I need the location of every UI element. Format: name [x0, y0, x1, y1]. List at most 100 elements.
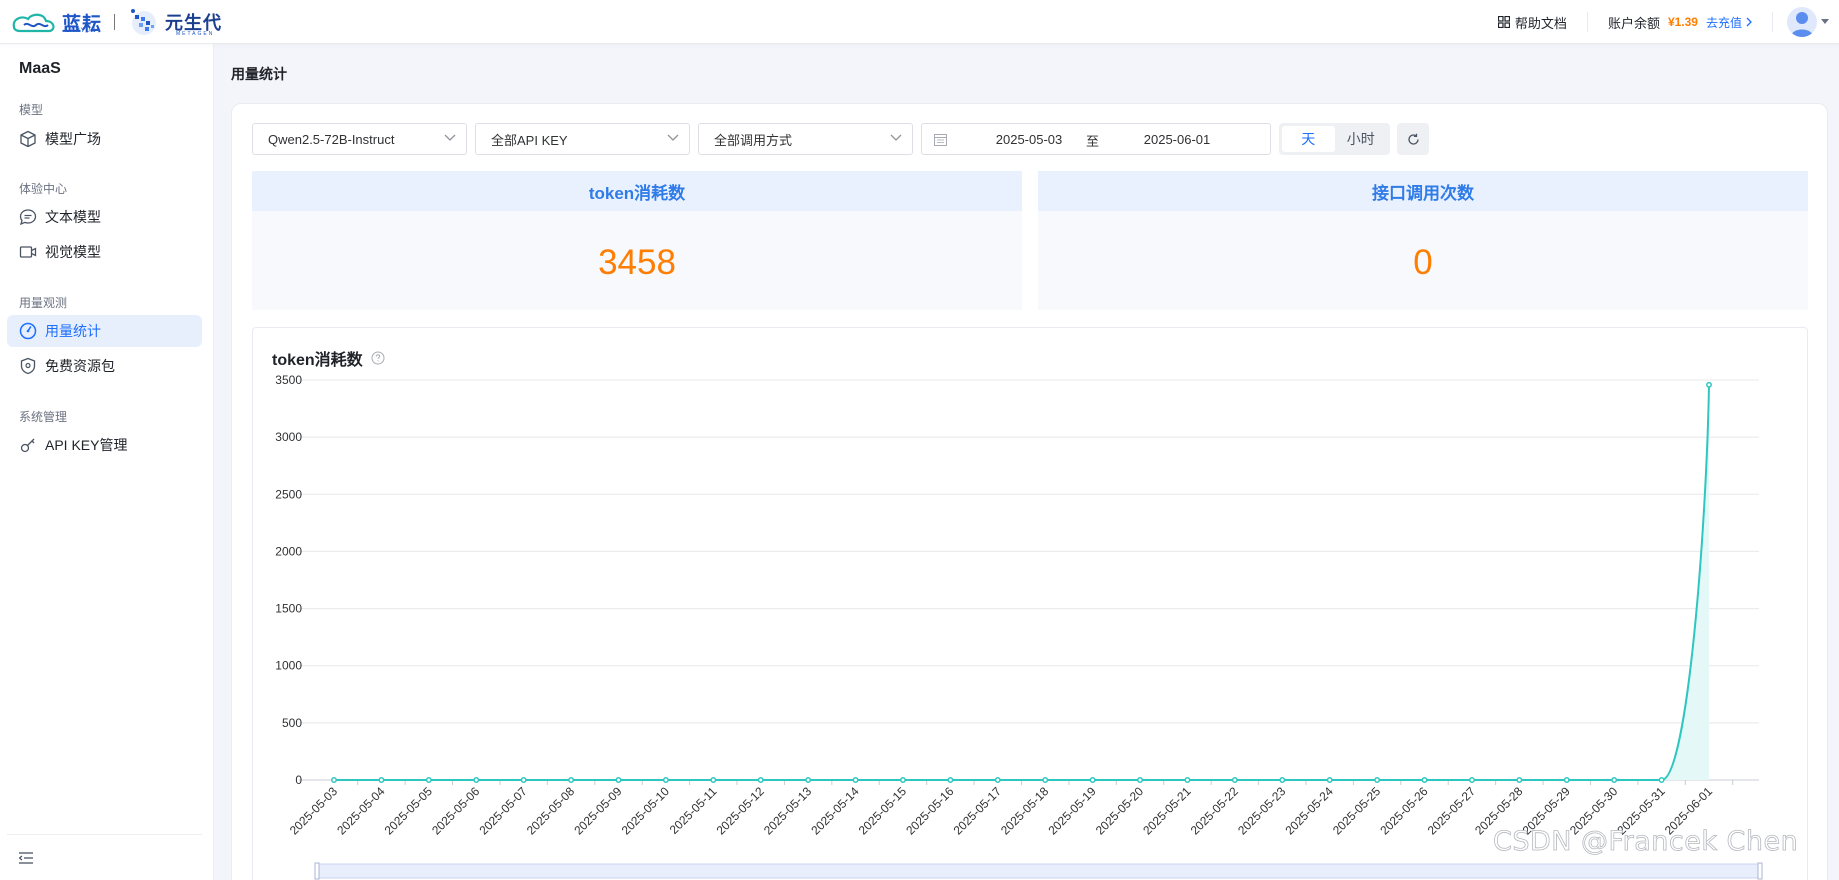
balance-amount: ¥1.39 — [1667, 15, 1698, 29]
sidebar-group-model: 模型 — [19, 103, 44, 117]
token-consumption-value: 3458 — [598, 243, 676, 282]
call-mode-select[interactable]: 全部调用方式 — [698, 123, 913, 155]
model-select-value: Qwen2.5-72B-Instruct — [268, 131, 395, 147]
data-point — [425, 777, 432, 783]
zoom-slider-track — [316, 863, 1763, 879]
x-tick-label: 2025-05-15 — [856, 784, 910, 838]
api-key-select[interactable]: 全部API KEY — [475, 123, 690, 155]
sidebar-brand: MaaS — [19, 60, 61, 77]
x-tick-label: 2025-05-19 — [1045, 784, 1099, 838]
x-tick-label: 2025-05-14 — [808, 784, 862, 838]
chat-icon — [19, 209, 37, 226]
x-tick-label: 2025-05-20 — [1093, 784, 1147, 838]
collapse-menu-icon[interactable] — [19, 851, 33, 864]
metagen-logo-icon — [131, 9, 157, 35]
y-tick-label: 3500 — [275, 373, 302, 387]
data-point — [757, 777, 764, 783]
data-point — [568, 777, 575, 783]
data-point — [1137, 777, 1143, 783]
sidebar-group-usage: 用量观测 — [19, 296, 68, 310]
data-point — [520, 777, 527, 783]
data-point — [1279, 777, 1286, 783]
data-point — [1468, 777, 1475, 783]
sidebar-item-label: 文本模型 — [45, 209, 101, 225]
sidebar-group-system: 系统管理 — [19, 410, 68, 424]
data-point — [1611, 777, 1618, 783]
sidebar-item-label: 用量统计 — [45, 323, 101, 339]
gauge-icon — [19, 322, 37, 340]
data-point — [947, 777, 954, 783]
help-docs-link[interactable]: 帮助文档 — [1482, 12, 1588, 32]
y-tick-label: 500 — [282, 716, 302, 730]
granularity-toggle: 天 小时 — [1279, 123, 1390, 155]
sidebar-item-text-model[interactable]: 文本模型 — [7, 201, 202, 233]
sidebar-group-experience: 体验中心 — [19, 182, 68, 196]
data-point — [1042, 777, 1049, 783]
data-point — [994, 777, 1001, 783]
sidebar-item-api-key[interactable]: API KEY管理 — [7, 429, 202, 461]
token-consumption-card: token消耗数 3458 — [252, 171, 1022, 310]
data-point — [662, 777, 669, 783]
key-icon — [20, 438, 35, 453]
sidebar-item-usage-stats[interactable]: 用量统计 — [7, 315, 202, 347]
data-point — [852, 777, 859, 783]
api-calls-value: 0 — [1413, 243, 1433, 282]
x-tick-label: 2025-05-22 — [1188, 784, 1242, 838]
avatar — [1787, 7, 1817, 37]
date-start-input[interactable]: 2025-05-03 — [984, 132, 1074, 147]
zoom-slider-handle-right — [1757, 862, 1763, 880]
chevron-down-icon — [890, 134, 902, 141]
series-area — [334, 384, 1709, 780]
recharge-label: 去充值 — [1705, 15, 1742, 30]
logo[interactable]: 蓝耘 LANYUN 元生代 METAGEN — [10, 4, 222, 40]
sidebar-item-vision-model[interactable]: 视觉模型 — [7, 236, 202, 268]
x-tick-label: 2025-05-08 — [524, 784, 578, 838]
y-tick-label: 2000 — [275, 544, 302, 558]
chevron-down-icon — [667, 134, 679, 141]
data-point — [805, 777, 812, 783]
data-point — [1516, 777, 1523, 783]
x-tick-label: 2025-05-26 — [1377, 784, 1431, 838]
call-mode-select-value: 全部调用方式 — [714, 132, 793, 148]
token-consumption-label: token消耗数 — [252, 171, 1022, 211]
granularity-day-option[interactable]: 天 — [1282, 126, 1335, 152]
x-tick-label: 2025-05-11 — [667, 784, 720, 837]
recharge-link[interactable]: 去充值 — [1706, 14, 1752, 31]
logo-divider — [114, 14, 116, 30]
data-point — [1563, 777, 1570, 783]
x-tick-label: 2025-05-07 — [476, 784, 530, 838]
sidebar-item-model-square[interactable]: 模型广场 — [7, 123, 202, 155]
api-key-select-value: 全部API KEY — [491, 132, 568, 148]
zoom-slider-handle-left — [314, 862, 320, 880]
logo-primary-subtext: LANYUN — [66, 28, 97, 34]
balance-label: 账户余额 — [1607, 15, 1660, 31]
data-point — [378, 777, 385, 783]
x-tick-label: 2025-05-17 — [951, 784, 1005, 838]
data-point — [900, 777, 906, 783]
sidebar-item-label: 免费资源包 — [45, 358, 115, 374]
data-point — [1089, 777, 1096, 783]
x-tick-label: 2025-05-03 — [287, 784, 341, 838]
data-point — [1374, 777, 1381, 783]
logo-secondary-subtext: METAGEN — [176, 31, 215, 37]
chevron-right-icon — [1746, 17, 1752, 27]
granularity-hour-option[interactable]: 小时 — [1335, 126, 1388, 152]
sidebar-item-free-package[interactable]: 免费资源包 — [7, 350, 202, 382]
page-title: 用量统计 — [231, 66, 287, 82]
video-icon — [19, 246, 37, 258]
sidebar-item-label: 视觉模型 — [45, 244, 101, 260]
x-tick-label: 2025-05-10 — [619, 784, 673, 838]
y-tick-label: 1500 — [275, 602, 302, 616]
model-select[interactable]: Qwen2.5-72B-Instruct — [252, 123, 467, 155]
y-tick-label: 0 — [295, 773, 302, 787]
x-tick-label: 2025-05-12 — [714, 784, 768, 838]
refresh-icon — [1407, 133, 1419, 145]
date-end-input[interactable]: 2025-06-01 — [1132, 132, 1222, 147]
data-point — [1421, 777, 1428, 783]
account-balance: 账户余额 ¥1.39 去充值 — [1588, 12, 1773, 32]
date-range-picker[interactable]: 2025-05-03 至 2025-06-01 — [921, 123, 1271, 155]
caret-down-icon — [1821, 19, 1829, 24]
user-menu[interactable] — [1773, 7, 1839, 37]
data-point — [1326, 777, 1333, 783]
refresh-button[interactable] — [1397, 123, 1429, 155]
